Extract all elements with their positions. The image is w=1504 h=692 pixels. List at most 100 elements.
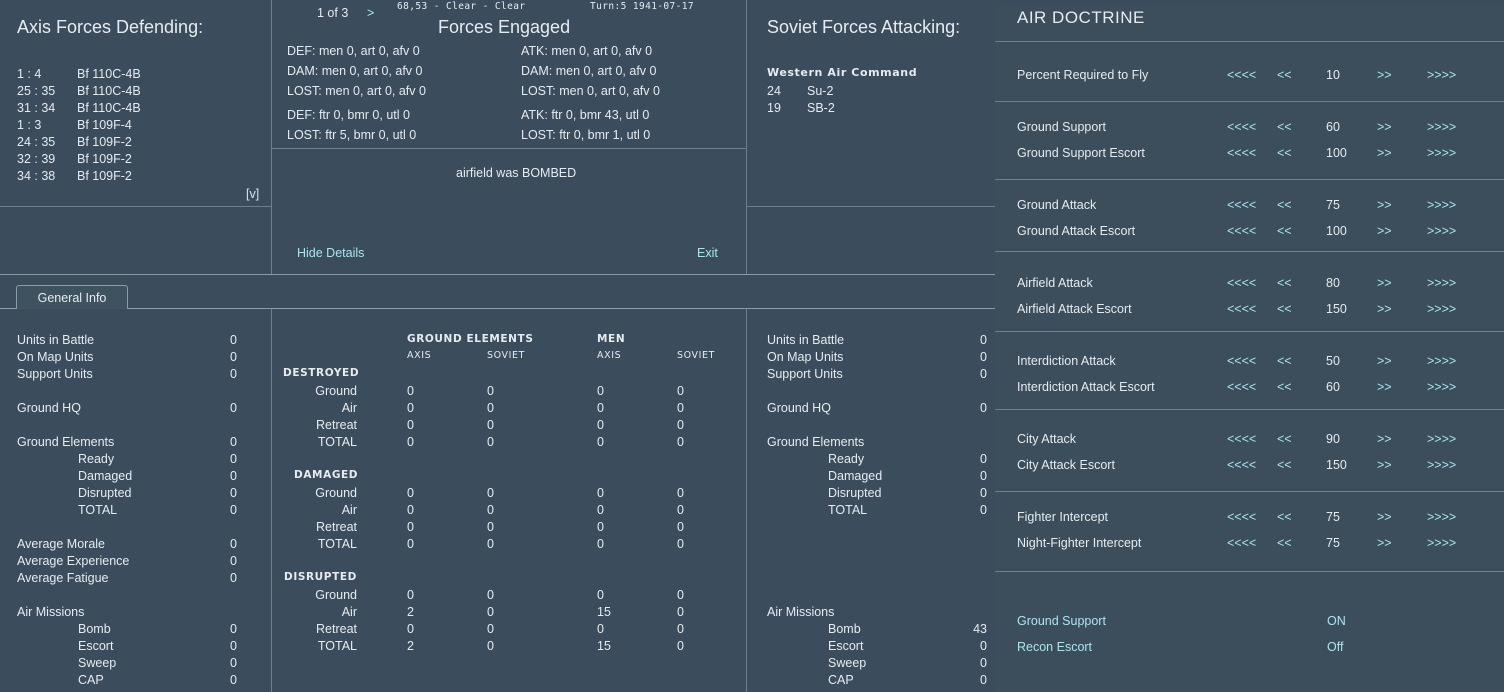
- toggle-value[interactable]: Off: [1327, 640, 1343, 654]
- info-value: 43: [973, 622, 987, 636]
- decrease-button[interactable]: <<: [1277, 276, 1292, 290]
- increase-button[interactable]: >>: [1377, 432, 1392, 446]
- decrease-button[interactable]: <<: [1277, 120, 1292, 134]
- increase-button[interactable]: >>: [1377, 198, 1392, 212]
- increase-button[interactable]: >>: [1377, 458, 1392, 472]
- decrease-button[interactable]: <<: [1277, 68, 1292, 82]
- def-line: DAM: men 0, art 0, afv 0: [287, 64, 423, 78]
- info-label: Ready: [828, 452, 865, 466]
- decrease-button[interactable]: <<: [1277, 510, 1292, 524]
- decrease-button[interactable]: <<: [1277, 536, 1292, 550]
- divider: [995, 101, 1504, 102]
- info-value: 0: [980, 639, 987, 653]
- increase-large-button[interactable]: >>>>: [1427, 68, 1456, 82]
- loss-cell: 0: [677, 639, 684, 653]
- loss-section-title: DESTROYED: [283, 367, 360, 379]
- doctrine-row-label: Percent Required to Fly: [1017, 68, 1149, 82]
- decrease-large-button[interactable]: <<<<: [1227, 68, 1256, 82]
- increase-large-button[interactable]: >>>>: [1427, 536, 1456, 550]
- toggle-label[interactable]: Recon Escort: [1017, 640, 1092, 654]
- increase-button[interactable]: >>: [1377, 224, 1392, 238]
- loss-cell: 0: [597, 384, 604, 398]
- decrease-button[interactable]: <<: [1277, 198, 1292, 212]
- decrease-button[interactable]: <<: [1277, 146, 1292, 160]
- loss-cell: 0: [597, 435, 604, 449]
- loss-row-label: Ground: [315, 486, 357, 500]
- decrease-button[interactable]: <<: [1277, 432, 1292, 446]
- decrease-large-button[interactable]: <<<<: [1227, 510, 1256, 524]
- increase-large-button[interactable]: >>>>: [1427, 120, 1456, 134]
- decrease-large-button[interactable]: <<<<: [1227, 380, 1256, 394]
- info-value: 0: [230, 486, 237, 500]
- increase-large-button[interactable]: >>>>: [1427, 276, 1456, 290]
- soviet-unit-id: 19: [767, 101, 781, 115]
- loss-cell: 0: [597, 588, 604, 602]
- increase-large-button[interactable]: >>>>: [1427, 354, 1456, 368]
- decrease-button[interactable]: <<: [1277, 354, 1292, 368]
- decrease-large-button[interactable]: <<<<: [1227, 458, 1256, 472]
- increase-large-button[interactable]: >>>>: [1427, 510, 1456, 524]
- info-value: 0: [980, 503, 987, 517]
- increase-button[interactable]: >>: [1377, 120, 1392, 134]
- doctrine-row-value: 100: [1326, 224, 1347, 238]
- increase-button[interactable]: >>: [1377, 354, 1392, 368]
- loss-cell: 0: [487, 401, 494, 415]
- toggle-value[interactable]: ON: [1327, 614, 1346, 628]
- increase-button[interactable]: >>: [1377, 380, 1392, 394]
- atk-line: ATK: men 0, art 0, afv 0: [521, 44, 653, 58]
- divider: [272, 148, 746, 149]
- divider: [0, 274, 995, 275]
- loss-cell: 0: [597, 486, 604, 500]
- decrease-large-button[interactable]: <<<<: [1227, 432, 1256, 446]
- increase-large-button[interactable]: >>>>: [1427, 380, 1456, 394]
- increase-large-button[interactable]: >>>>: [1427, 302, 1456, 316]
- increase-large-button[interactable]: >>>>: [1427, 198, 1456, 212]
- decrease-button[interactable]: <<: [1277, 380, 1292, 394]
- increase-large-button[interactable]: >>>>: [1427, 146, 1456, 160]
- increase-large-button[interactable]: >>>>: [1427, 458, 1456, 472]
- increase-button[interactable]: >>: [1377, 68, 1392, 82]
- toggle-label[interactable]: Ground Support: [1017, 614, 1106, 628]
- info-label: Ground HQ: [17, 401, 81, 415]
- decrease-large-button[interactable]: <<<<: [1227, 536, 1256, 550]
- increase-button[interactable]: >>: [1377, 276, 1392, 290]
- info-label: Air Missions: [17, 605, 85, 619]
- decrease-large-button[interactable]: <<<<: [1227, 146, 1256, 160]
- decrease-large-button[interactable]: <<<<: [1227, 302, 1256, 316]
- increase-button[interactable]: >>: [1377, 302, 1392, 316]
- doctrine-row-value: 80: [1326, 276, 1340, 290]
- expand-toggle[interactable]: [v]: [246, 187, 259, 201]
- info-value: 0: [980, 486, 987, 500]
- increase-button[interactable]: >>: [1377, 510, 1392, 524]
- loss-cell: 0: [407, 588, 414, 602]
- decrease-large-button[interactable]: <<<<: [1227, 276, 1256, 290]
- divider: [0, 206, 271, 207]
- tab-general-info[interactable]: General Info: [16, 285, 128, 309]
- increase-button[interactable]: >>: [1377, 146, 1392, 160]
- loss-cell: 0: [407, 537, 414, 551]
- decrease-button[interactable]: <<: [1277, 302, 1292, 316]
- exit-button[interactable]: Exit: [697, 246, 718, 260]
- next-page-button[interactable]: >: [367, 6, 374, 20]
- location-weather: 68,53 - Clear - Clear: [397, 1, 526, 12]
- loss-cell: 0: [407, 486, 414, 500]
- axis-unit-id: 25 : 35: [17, 84, 56, 98]
- decrease-large-button[interactable]: <<<<: [1227, 198, 1256, 212]
- hide-details-button[interactable]: Hide Details: [297, 246, 364, 260]
- increase-large-button[interactable]: >>>>: [1427, 432, 1456, 446]
- decrease-large-button[interactable]: <<<<: [1227, 354, 1256, 368]
- axis-unit-id: 24 : 35: [17, 135, 56, 149]
- decrease-button[interactable]: <<: [1277, 224, 1292, 238]
- info-label: Bomb: [828, 622, 861, 636]
- decrease-large-button[interactable]: <<<<: [1227, 224, 1256, 238]
- increase-large-button[interactable]: >>>>: [1427, 224, 1456, 238]
- decrease-button[interactable]: <<: [1277, 458, 1292, 472]
- info-label: Average Morale: [17, 537, 106, 551]
- info-label: Damaged: [78, 469, 133, 483]
- doctrine-row-label: Airfield Attack: [1017, 276, 1093, 290]
- decrease-large-button[interactable]: <<<<: [1227, 120, 1256, 134]
- loss-cell: 0: [487, 537, 494, 551]
- doctrine-row-label: Interdiction Attack: [1017, 354, 1116, 368]
- increase-button[interactable]: >>: [1377, 536, 1392, 550]
- loss-row-label: Retreat: [316, 520, 357, 534]
